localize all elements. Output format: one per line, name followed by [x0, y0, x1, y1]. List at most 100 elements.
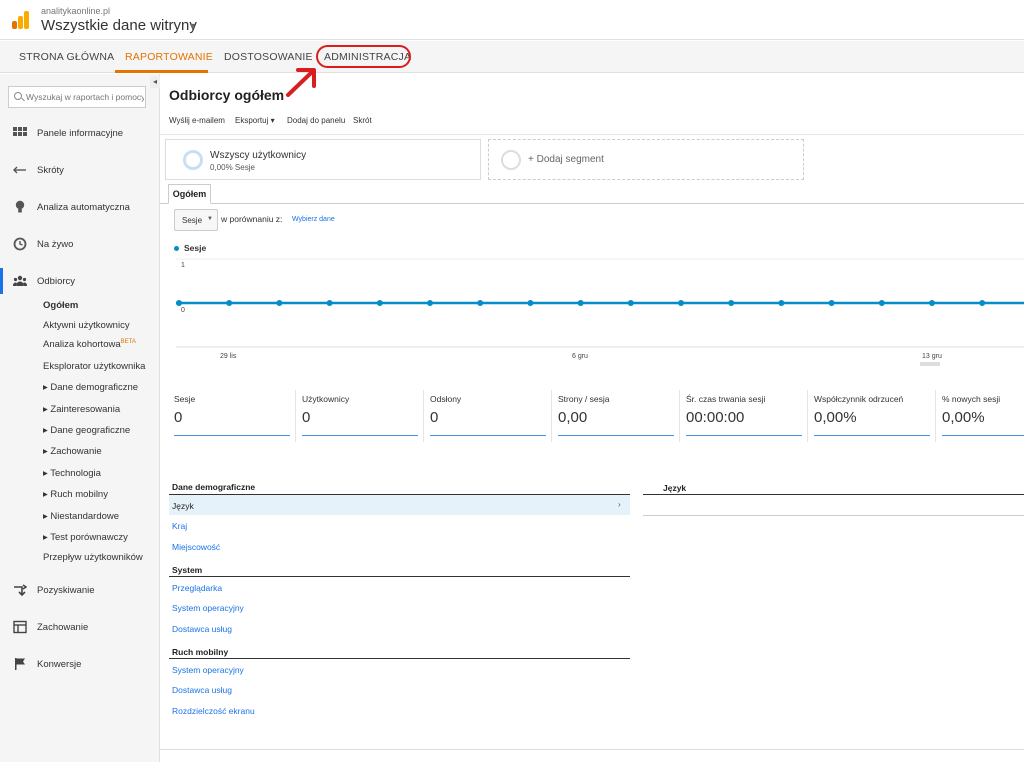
email-button[interactable]: Wyślij e-mailem [169, 116, 225, 125]
sidebar-item-acquisition[interactable]: Pozyskiwanie [0, 576, 160, 606]
sidebar-subitem-technology[interactable]: ▸ Technologia [43, 468, 101, 479]
divider [679, 390, 680, 442]
data-point[interactable] [878, 300, 885, 306]
sidebar-item-label: Odbiorcy [37, 276, 76, 287]
scorecard-label: Strony / sesja [558, 394, 610, 404]
clock-icon [13, 237, 27, 251]
sidebar-item-realtime[interactable]: Na żywo [0, 230, 160, 260]
sidebar-subitem-interests[interactable]: ▸ Zainteresowania [43, 404, 120, 415]
table-row-language-active[interactable]: Język › [169, 495, 630, 515]
property-selector[interactable]: Wszystkie dane witryny [41, 17, 197, 34]
data-point[interactable] [778, 300, 785, 306]
layout-icon [13, 620, 27, 634]
divider [160, 749, 1024, 750]
link-service-provider[interactable]: Dostawca usług [172, 624, 232, 634]
sidebar-subitem-overview[interactable]: Ogółem [43, 300, 78, 311]
tab-reporting[interactable]: RAPORTOWANIE [125, 51, 213, 63]
data-point[interactable] [176, 300, 182, 306]
data-point[interactable] [929, 300, 935, 306]
divider [169, 658, 630, 659]
scorecard-value: 0 [430, 409, 439, 426]
scorecard-bounce-rate[interactable]: Współczynnik odrzuceń 0,00% [814, 394, 930, 436]
data-point[interactable] [326, 300, 333, 306]
sidebar-item-conversions[interactable]: Konwersje [0, 650, 160, 680]
scorecard-new-sessions[interactable]: % nowych sesji 0,00% [942, 394, 1024, 436]
sidebar-item-dashboards[interactable]: Panele informacyjne [0, 119, 160, 149]
data-point[interactable] [477, 300, 484, 306]
data-point[interactable] [678, 300, 684, 306]
shortcut-arrows-icon [13, 166, 26, 174]
data-point[interactable] [728, 300, 735, 306]
sidebar-subitem-geo[interactable]: ▸ Dane geograficzne [43, 425, 130, 436]
analytics-logo-icon[interactable] [12, 11, 30, 29]
export-button[interactable]: Eksportuj ▾ [235, 116, 275, 125]
link-screen-resolution[interactable]: Rozdzielczość ekranu [172, 706, 255, 716]
link-browser[interactable]: Przeglądarka [172, 583, 222, 593]
sidebar-subitem-behavior[interactable]: ▸ Zachowanie [43, 446, 102, 457]
sidebar-subitem-active-users[interactable]: Aktywni użytkownicy [43, 320, 130, 331]
link-city[interactable]: Miejscowość [172, 542, 220, 552]
scorecard-avg-duration[interactable]: Śr. czas trwania sesji 00:00:00 [686, 394, 802, 436]
tab-overview[interactable]: Ogółem [168, 184, 211, 204]
data-point[interactable] [427, 300, 433, 306]
collapse-sidebar-icon[interactable]: ◂ [150, 76, 160, 88]
link-mobile-service-provider[interactable]: Dostawca usług [172, 685, 232, 695]
link-mobile-operating-system[interactable]: System operacyjny [172, 665, 244, 675]
sidebar-subitem-benchmarking[interactable]: ▸ Test porównawczy [43, 532, 128, 543]
scorecard-sessions[interactable]: Sesje 0 [174, 394, 290, 436]
section-heading-system: System [172, 565, 203, 575]
add-segment-button[interactable]: + Dodaj segment [488, 139, 804, 180]
divider [169, 576, 630, 577]
sessions-line-chart[interactable]: 1 0 29 lis 6 gru 13 gru [176, 256, 1024, 366]
search-input[interactable] [26, 90, 144, 104]
scorecard-pages-per-session[interactable]: Strony / sesja 0,00 [558, 394, 674, 436]
search-box[interactable] [8, 86, 146, 108]
divider [807, 390, 808, 442]
sidebar-item-audience[interactable]: Odbiorcy [0, 267, 160, 297]
tab-home[interactable]: STRONA GŁÓWNA [19, 51, 114, 63]
add-segment-label: + Dodaj segment [528, 154, 604, 165]
data-point[interactable] [577, 300, 584, 306]
account-name: analitykaonline.pl [41, 6, 111, 16]
chart-scroll-handle[interactable] [920, 362, 940, 366]
scorecard-label: Odsłony [430, 394, 462, 404]
scorecard-value: 0 [174, 409, 183, 426]
sidebar-subitem-user-explorer[interactable]: Eksplorator użytkownika [43, 361, 145, 372]
red-arrow-icon [286, 68, 316, 97]
sidebar-subitem-demographics[interactable]: ▸ Dane demograficzne [43, 382, 138, 393]
link-country[interactable]: Kraj [172, 521, 187, 531]
data-point[interactable] [226, 300, 233, 306]
data-point[interactable] [527, 300, 534, 306]
metric-select-value: Sesje [182, 216, 203, 225]
scorecard-value: 0,00% [814, 409, 857, 426]
add-to-dashboard-button[interactable]: Dodaj do panelu [287, 116, 345, 125]
x-tick-label: 13 gru [922, 353, 942, 360]
sidebar-subitem-cohort[interactable]: Analiza kohortowaBETA [43, 339, 136, 350]
shortcut-button[interactable]: Skrót [353, 116, 372, 125]
data-point[interactable] [627, 300, 634, 306]
data-point[interactable] [276, 300, 283, 306]
data-point[interactable] [376, 300, 383, 306]
divider [935, 390, 936, 442]
scorecard-pageviews[interactable]: Odsłony 0 [430, 394, 546, 436]
sidebar-subitem-custom[interactable]: ▸ Niestandardowe [43, 511, 119, 522]
segment-card[interactable]: Wszyscy użytkownicy 0,00% Sesje [165, 139, 481, 180]
link-operating-system[interactable]: System operacyjny [172, 603, 244, 613]
sidebar-item-behavior[interactable]: Zachowanie [0, 613, 160, 643]
sidebar-item-insights[interactable]: Analiza automatyczna [0, 193, 160, 223]
sidebar-subitem-mobile[interactable]: ▸ Ruch mobilny [43, 489, 108, 500]
data-point[interactable] [979, 300, 986, 306]
data-point[interactable] [828, 300, 835, 306]
sidebar-subitem-users-flow[interactable]: Przepływ użytkowników [43, 552, 143, 563]
x-tick-label: 29 lis [220, 353, 237, 360]
scorecard-users[interactable]: Użytkownicy 0 [302, 394, 418, 436]
sidebar-item-label: Zachowanie [37, 622, 89, 633]
legend-label: Sesje [184, 243, 207, 253]
sidebar-item-shortcuts[interactable]: Skróty [0, 156, 160, 186]
main-nav: STRONA GŁÓWNA RAPORTOWANIE DOSTOSOWANIE … [0, 41, 1024, 73]
right-table-heading: Język [663, 483, 687, 493]
select-metric-link[interactable]: Wybierz dane [292, 216, 335, 223]
caret-down-icon[interactable]: ▼ [188, 21, 197, 31]
metric-select[interactable]: Sesje ▼ [174, 209, 218, 231]
sidebar-item-label: Pozyskiwanie [37, 585, 95, 596]
